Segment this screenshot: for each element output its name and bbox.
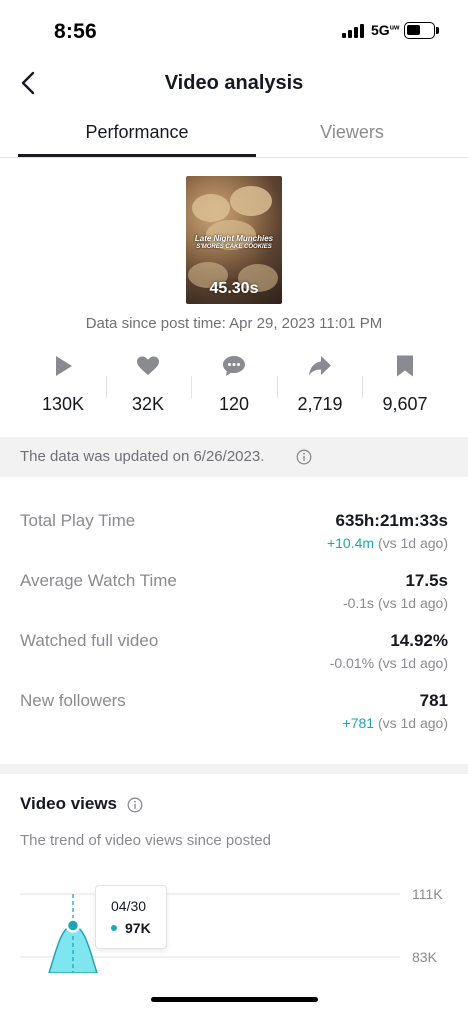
nav-bar: Video analysis bbox=[0, 60, 468, 106]
metric-label: Total Play Time bbox=[20, 511, 136, 530]
notice-text: The data was updated on 6/26/2023. bbox=[20, 448, 265, 465]
y-tick-label: 111K bbox=[412, 886, 443, 902]
metric-delta: -0.01% (vs 1d ago) bbox=[329, 655, 448, 671]
video-views-subtitle: The trend of video views since posted bbox=[20, 832, 271, 849]
data-update-notice: The data was updated on 6/26/2023. bbox=[0, 437, 468, 477]
video-views-title: Video views bbox=[20, 794, 118, 813]
metric-delta: +10.4m (vs 1d ago) bbox=[326, 535, 448, 551]
chart-tooltip: 04/30 97K bbox=[95, 885, 167, 949]
status-time: 8:56 bbox=[54, 20, 97, 43]
likes-count: 32K bbox=[131, 394, 165, 414]
video-views-chart[interactable]: 111K 83K bbox=[0, 870, 468, 973]
play-icon bbox=[56, 356, 72, 376]
stat-saves: 9,607 bbox=[362, 354, 448, 422]
post-time-text: Data since post time: Apr 29, 2023 11:01… bbox=[85, 315, 383, 332]
share-icon bbox=[309, 356, 331, 376]
video-thumbnail[interactable]: Late Night Munchies S'MORES CAKE COOKIES… bbox=[186, 176, 282, 304]
page-title: Video analysis bbox=[164, 72, 304, 94]
home-indicator bbox=[151, 997, 318, 1002]
network-label: 5Guw bbox=[371, 22, 400, 38]
tab-bar: Performance Viewers bbox=[0, 110, 468, 158]
signal-icon bbox=[342, 24, 364, 38]
section-divider bbox=[0, 764, 468, 774]
shares-count: 2,719 bbox=[297, 394, 343, 414]
metric-delta: +781 (vs 1d ago) bbox=[342, 715, 448, 731]
metric-total-play-time: Total Play Time 635h:21m:33s +10.4m (vs … bbox=[20, 511, 448, 567]
metric-value: 781 bbox=[419, 691, 448, 710]
metric-average-watch-time: Average Watch Time 17.5s -0.1s (vs 1d ag… bbox=[20, 571, 448, 627]
data-point bbox=[65, 918, 81, 933]
engagement-stats: 130K 32K 120 2,719 9,607 bbox=[20, 354, 448, 422]
tab-performance[interactable]: Performance bbox=[18, 122, 256, 143]
battery-tip bbox=[436, 27, 439, 34]
metric-watched-full-video: Watched full video 14.92% -0.01% (vs 1d … bbox=[20, 631, 448, 687]
metric-value: 635h:21m:33s bbox=[335, 511, 448, 530]
stat-views: 130K bbox=[20, 354, 106, 422]
info-icon[interactable] bbox=[127, 797, 143, 813]
metric-label: Watched full video bbox=[20, 631, 159, 650]
metric-label: New followers bbox=[20, 691, 126, 710]
battery-icon bbox=[404, 22, 435, 39]
tooltip-value: 97K bbox=[125, 920, 151, 936]
stat-likes: 32K bbox=[105, 354, 191, 422]
bookmark-icon bbox=[397, 355, 413, 377]
metric-new-followers: New followers 781 +781 (vs 1d ago) bbox=[20, 691, 448, 747]
comments-count: 120 bbox=[218, 394, 250, 414]
thumbnail-caption: Late Night Munchies S'MORES CAKE COOKIES bbox=[194, 234, 274, 250]
heart-icon bbox=[137, 356, 159, 375]
info-icon[interactable] bbox=[296, 449, 312, 465]
y-tick-label: 83K bbox=[412, 949, 438, 965]
video-duration: 45.30s bbox=[209, 280, 259, 297]
stat-comments: 120 bbox=[191, 354, 277, 422]
metric-value: 14.92% bbox=[390, 631, 448, 650]
metric-label: Average Watch Time bbox=[20, 571, 177, 590]
views-count: 130K bbox=[41, 394, 85, 414]
metric-delta: -0.1s (vs 1d ago) bbox=[342, 595, 448, 611]
metric-value: 17.5s bbox=[405, 571, 448, 590]
tooltip-series-dot bbox=[111, 925, 117, 931]
saves-count: 9,607 bbox=[382, 394, 428, 414]
stat-shares: 2,719 bbox=[277, 354, 363, 422]
comment-icon bbox=[223, 356, 245, 376]
tooltip-date: 04/30 bbox=[111, 898, 147, 914]
active-tab-indicator bbox=[18, 154, 256, 157]
status-bar: 8:56 5Guw bbox=[0, 0, 468, 60]
tab-viewers[interactable]: Viewers bbox=[256, 122, 448, 143]
